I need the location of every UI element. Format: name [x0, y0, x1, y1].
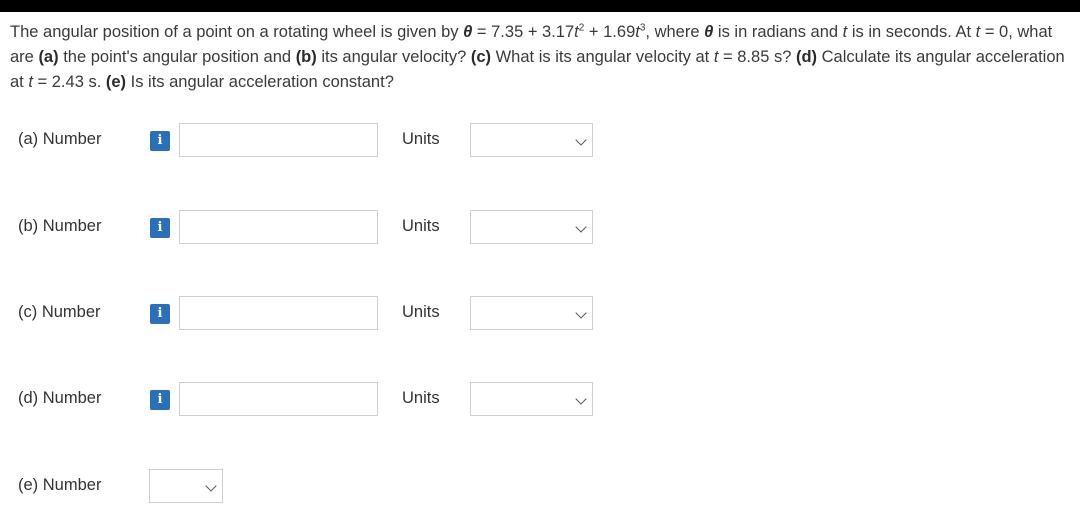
chevron-down-icon [575, 134, 587, 146]
chevron-down-icon [575, 307, 587, 319]
chevron-down-icon [575, 393, 587, 405]
part-c-units-label: Units [402, 303, 440, 321]
part-b-label: (b) Number [18, 217, 102, 235]
part-a-row: (a) Number i Units [0, 120, 1080, 160]
question-text: The angular position of a point on a rot… [10, 22, 1065, 91]
part-b-units-select[interactable] [470, 210, 593, 244]
part-d-units-label: Units [402, 389, 440, 407]
part-d-number-input[interactable] [179, 382, 378, 416]
part-b-units-label: Units [402, 217, 440, 235]
part-e-label: (e) Number [18, 476, 102, 494]
part-a-number-input[interactable] [179, 123, 378, 157]
part-e-answer-select[interactable] [149, 469, 223, 503]
part-e-row: (e) Number [0, 466, 1080, 506]
info-icon[interactable]: i [150, 218, 170, 238]
info-icon[interactable]: i [150, 304, 170, 324]
info-icon[interactable]: i [150, 390, 170, 410]
chevron-down-icon [575, 221, 587, 233]
part-d-row: (d) Number i Units [0, 379, 1080, 419]
part-d-label: (d) Number [18, 389, 102, 407]
part-c-number-input[interactable] [179, 296, 378, 330]
part-a-units-select[interactable] [470, 123, 593, 157]
part-d-units-select[interactable] [470, 382, 593, 416]
part-c-row: (c) Number i Units [0, 293, 1080, 333]
part-a-label: (a) Number [18, 130, 102, 148]
info-icon[interactable]: i [150, 131, 170, 151]
chevron-down-icon [205, 480, 217, 492]
part-b-number-input[interactable] [179, 210, 378, 244]
part-a-units-label: Units [402, 130, 440, 148]
top-bar [0, 0, 1080, 12]
part-b-row: (b) Number i Units [0, 207, 1080, 247]
part-c-label: (c) Number [18, 303, 101, 321]
part-c-units-select[interactable] [470, 296, 593, 330]
